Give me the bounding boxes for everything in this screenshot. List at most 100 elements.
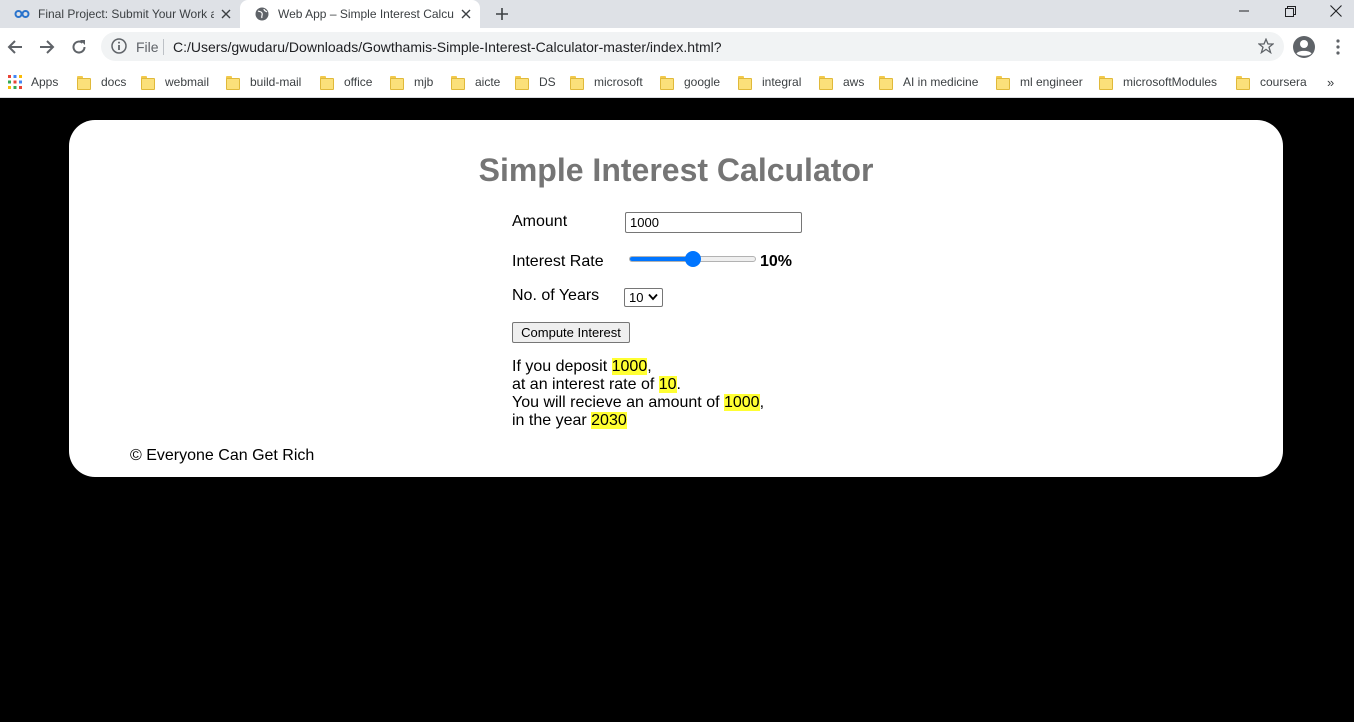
compute-interest-button[interactable]: Compute Interest [512,322,630,343]
page-viewport: Simple Interest Calculator Amount Intere… [0,98,1354,722]
slider-fill [630,257,694,261]
minimize-button[interactable] [1221,0,1267,22]
restore-button[interactable] [1267,0,1313,22]
menu-button[interactable] [1326,35,1350,59]
folder-icon [819,76,833,90]
url-scheme: File [136,39,159,55]
tab-title: Web App – Simple Interest Calcul [278,7,454,21]
star-icon[interactable] [1258,38,1274,54]
minimize-icon [1239,10,1249,12]
folder-icon [1236,76,1250,90]
footer-copyright: © Everyone Can Get Rich [130,447,315,464]
punctuation: , [759,394,765,411]
kebab-menu-icon [1336,39,1340,55]
bookmark-label: mjb [414,75,434,89]
interest-rate-label: Interest Rate [512,253,604,270]
calculator-card: Simple Interest Calculator Amount Intere… [69,120,1283,477]
folder-icon [451,76,465,90]
address-bar[interactable]: File C:/Users/gwudaru/Downloads/Gowthami… [101,32,1284,61]
bookmark-label: docs [101,75,127,89]
bookmark-label: microsoftModules [1123,75,1218,89]
folder-icon [1099,76,1113,90]
info-icon[interactable] [111,38,127,54]
amount-label: Amount [512,213,568,230]
deposit-value: 1000 [611,358,648,375]
bookmark-label: AI in medicine [903,75,979,89]
slider-thumb[interactable] [684,251,701,267]
close-tab-icon[interactable] [458,6,474,22]
result-line-amount: You will recieve an amount of 1000, [512,394,764,412]
bookmark-label: office [344,75,373,89]
result-text-prefix: at an interest rate of [512,376,659,393]
folder-icon [320,76,334,90]
bookmark-label: microsoft [594,75,643,89]
bookmark-folder[interactable]: google [660,71,720,93]
folder-icon [879,76,893,90]
year-value-highlight: 2030 [591,412,627,429]
reload-button[interactable] [67,35,91,59]
bookmark-folder[interactable]: build-mail [226,71,301,93]
arrow-right-icon [40,40,55,54]
folder-icon [515,76,529,90]
bookmark-folder[interactable]: webmail [141,71,209,93]
bookmark-folder[interactable]: docs [77,71,126,93]
bookmark-folder[interactable]: office [320,71,372,93]
tab-final-project[interactable]: Final Project: Submit Your Work a [0,0,240,28]
result-line-rate: at an interest rate of 10. [512,376,764,394]
folder-icon [77,76,91,90]
globe-icon [254,6,270,22]
amount-input[interactable] [625,212,802,233]
reload-icon [72,40,86,54]
divider [163,39,164,55]
folder-icon [226,76,240,90]
bookmark-folder[interactable]: integral [738,71,801,93]
arrow-left-icon [7,40,22,54]
plus-icon [496,8,508,20]
bookmark-folder[interactable]: microsoft [570,71,643,93]
restore-icon [1284,5,1296,17]
url-text[interactable]: C:/Users/gwudaru/Downloads/Gowthamis-Sim… [173,39,722,55]
result-text-prefix: You will recieve an amount of [512,394,724,411]
bookmark-folder[interactable]: aicte [451,71,500,93]
bookmark-folder[interactable]: DS [515,71,556,93]
folder-icon [738,76,752,90]
folder-icon [390,76,404,90]
result-text: If you deposit 1000, at an interest rate… [512,358,764,430]
bookmark-label: webmail [165,75,210,89]
bookmark-label: ml engineer [1020,75,1083,89]
page-title: Simple Interest Calculator [478,152,874,188]
back-button[interactable] [3,35,27,59]
bookmark-label: build-mail [250,75,302,89]
browser-toolbar: File C:/Users/gwudaru/Downloads/Gowthami… [0,28,1354,66]
result-line-deposit: If you deposit 1000, [512,358,764,376]
interest-rate-value: 10% [760,253,793,270]
bookmarks-overflow-button[interactable]: » [1327,75,1334,90]
bookmark-folder[interactable]: microsoftModules [1099,71,1217,93]
bookmark-folder[interactable]: AI in medicine [879,71,978,93]
result-text-prefix: If you deposit [512,358,612,375]
forward-button[interactable] [35,35,59,59]
bookmark-apps[interactable]: Apps [8,71,58,93]
bookmark-label: DS [539,75,556,89]
bookmark-label: google [684,75,721,89]
bookmark-label: Apps [31,75,59,89]
rate-value-highlight: 10 [658,376,677,393]
profile-button[interactable] [1292,35,1316,59]
close-tab-icon[interactable] [218,6,234,22]
close-icon [1330,5,1342,17]
bookmark-label: integral [762,75,802,89]
years-select[interactable]: 10 [624,288,663,307]
close-window-button[interactable] [1313,0,1354,22]
bookmark-folder[interactable]: ml engineer [996,71,1083,93]
punctuation: . [676,376,681,393]
new-tab-button[interactable] [490,2,514,26]
folder-icon [141,76,155,90]
tab-web-app[interactable]: Web App – Simple Interest Calcul [240,0,480,28]
result-line-year: in the year 2030 [512,412,764,430]
bookmark-folder[interactable]: mjb [390,71,433,93]
bookmarks-bar: Apps docs webmail build-mail office mjb … [0,66,1354,98]
amount-value-highlight: 1000 [723,394,760,411]
years-label: No. of Years [512,287,600,304]
bookmark-folder[interactable]: aws [819,71,864,93]
bookmark-folder[interactable]: coursera [1236,71,1307,93]
